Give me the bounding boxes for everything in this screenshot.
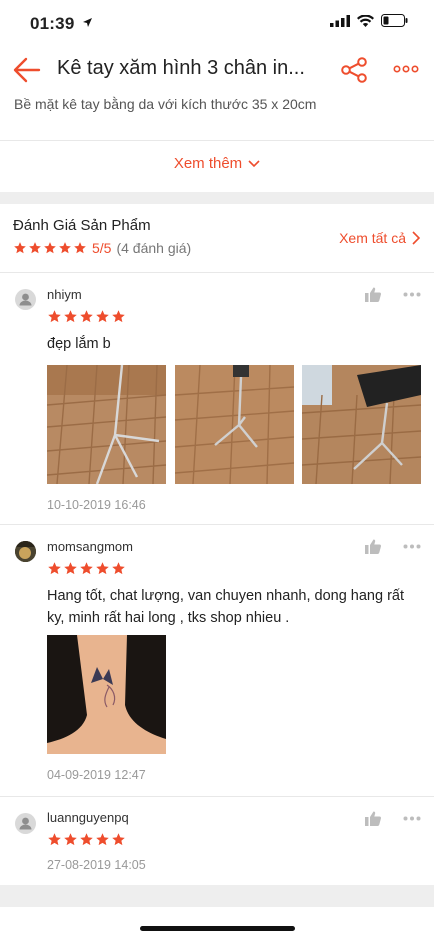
see-more-button[interactable]: Xem thêm bbox=[0, 155, 434, 172]
divider bbox=[0, 140, 434, 141]
review-text: Hang tốt, chat lượng, van chuyen nhanh, … bbox=[47, 588, 404, 626]
star-icon bbox=[80, 833, 93, 846]
review-photo[interactable] bbox=[302, 365, 421, 484]
star-icon bbox=[96, 833, 109, 846]
review-more-icon[interactable] bbox=[403, 292, 421, 297]
more-options-icon[interactable] bbox=[393, 65, 419, 73]
star-icon bbox=[112, 833, 125, 846]
see-all-label: Xem tất cả bbox=[339, 230, 406, 246]
review-stars bbox=[47, 832, 126, 847]
user-icon bbox=[19, 293, 32, 306]
thumbs-up-icon[interactable] bbox=[365, 287, 381, 302]
ratings-title: Đánh Giá Sản Phẩm bbox=[13, 217, 151, 234]
star-icon bbox=[64, 562, 77, 575]
star-icon bbox=[14, 242, 26, 254]
photo-tripod-floor bbox=[175, 365, 294, 484]
star-icon bbox=[112, 562, 125, 575]
review-date: 04-09-2019 12:47 bbox=[47, 768, 146, 782]
page-title: Kê tay xăm hình 3 chân in... bbox=[57, 57, 305, 79]
thumbs-up-icon[interactable] bbox=[365, 811, 381, 826]
review-photo[interactable] bbox=[47, 365, 166, 484]
share-icon[interactable] bbox=[340, 56, 368, 84]
review-username: nhiym bbox=[47, 287, 82, 302]
star-icon bbox=[74, 242, 86, 254]
product-description: Bề mặt kê tay bằng da với kích thước 35 … bbox=[14, 96, 317, 112]
signal-icon bbox=[330, 14, 350, 27]
review-username: luannguyenpq bbox=[47, 810, 129, 825]
status-bar: 01:39 bbox=[0, 0, 434, 44]
review-more-icon[interactable] bbox=[403, 816, 421, 821]
avatar[interactable] bbox=[15, 813, 36, 834]
chevron-down-icon bbox=[248, 160, 260, 168]
review-stars bbox=[47, 309, 126, 324]
rating-score: 5/5 bbox=[92, 240, 112, 256]
photo-tripod-stand bbox=[47, 365, 166, 484]
wifi-icon bbox=[357, 14, 374, 27]
review-date: 10-10-2019 16:46 bbox=[47, 498, 146, 512]
star-icon bbox=[48, 562, 61, 575]
review-username: momsangmom bbox=[47, 539, 133, 554]
thumbs-up-icon[interactable] bbox=[365, 539, 381, 554]
star-icon bbox=[48, 833, 61, 846]
avatar[interactable] bbox=[15, 289, 36, 310]
star-icon bbox=[44, 242, 56, 254]
star-icon bbox=[29, 242, 41, 254]
review-item: luannguyenpq 27-08-2019 14:05 bbox=[0, 796, 434, 886]
review-date: 27-08-2019 14:05 bbox=[47, 858, 146, 872]
ratings-summary: 5/5 (4 đánh giá) bbox=[13, 240, 191, 256]
section-gap bbox=[0, 192, 434, 204]
star-icon bbox=[80, 562, 93, 575]
top-bar: Kê tay xăm hình 3 chân in... bbox=[0, 44, 434, 96]
photo-armrest-pad bbox=[302, 365, 421, 484]
star-icon bbox=[48, 310, 61, 323]
back-arrow-icon[interactable] bbox=[12, 56, 42, 84]
see-all-button[interactable]: Xem tất cả bbox=[339, 230, 420, 246]
star-icon bbox=[59, 242, 71, 254]
star-icon bbox=[96, 310, 109, 323]
star-icon bbox=[112, 310, 125, 323]
review-stars bbox=[47, 561, 126, 576]
review-item: momsangmom Hang tốt, chat lượng, van chu… bbox=[0, 524, 434, 796]
review-photo[interactable] bbox=[175, 365, 294, 484]
star-icon bbox=[96, 562, 109, 575]
location-arrow-icon bbox=[83, 18, 92, 27]
star-icon bbox=[64, 833, 77, 846]
review-photo[interactable] bbox=[47, 635, 166, 754]
see-more-label: Xem thêm bbox=[173, 155, 243, 172]
review-more-icon[interactable] bbox=[403, 544, 421, 549]
review-item: nhiym đẹp lắm b 10-10-2019 16:46 bbox=[0, 272, 434, 524]
photo-ankle-tattoo bbox=[47, 635, 166, 754]
home-indicator[interactable] bbox=[140, 926, 295, 931]
user-icon bbox=[19, 817, 32, 830]
star-icon bbox=[64, 310, 77, 323]
star-icon bbox=[80, 310, 93, 323]
user-photo bbox=[15, 541, 36, 562]
rating-stars bbox=[13, 241, 87, 255]
section-gap bbox=[0, 885, 434, 907]
battery-icon bbox=[381, 14, 408, 27]
review-text: đẹp lắm b bbox=[47, 336, 111, 352]
avatar[interactable] bbox=[15, 541, 36, 562]
rating-count: (4 đánh giá) bbox=[116, 240, 192, 256]
chevron-right-icon bbox=[412, 231, 420, 245]
status-time: 01:39 bbox=[30, 14, 75, 33]
